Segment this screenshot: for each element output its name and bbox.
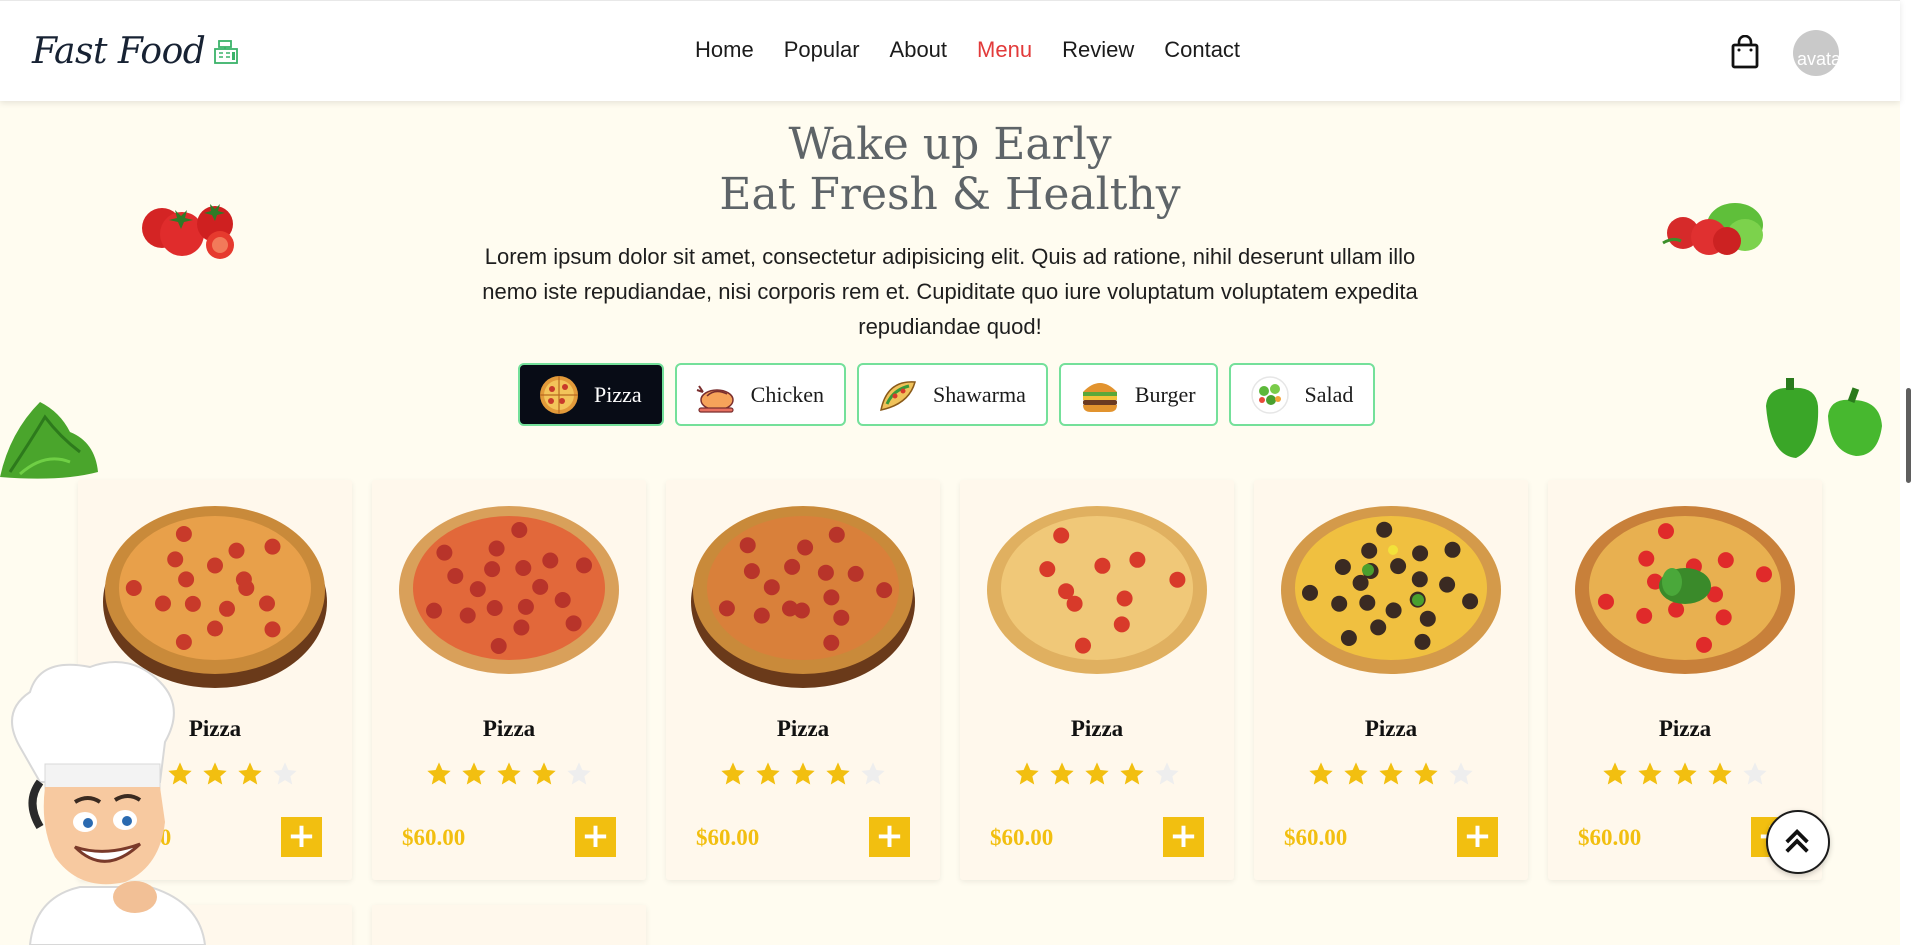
add-to-cart-button[interactable]: +	[869, 817, 910, 857]
shopping-bag-icon[interactable]	[1730, 35, 1760, 69]
chef-mascot-image	[11, 661, 207, 945]
back-to-top-button[interactable]	[1766, 810, 1830, 874]
star-icon	[1638, 762, 1662, 785]
pizza-image	[987, 506, 1207, 674]
taco-icon	[880, 380, 916, 411]
star-icon	[238, 762, 262, 785]
tab-label: Chicken	[750, 381, 824, 407]
title-line-1: Wake up Early	[788, 119, 1112, 170]
product-card: Pizza $60.00 +	[666, 480, 940, 880]
product-name: Pizza	[1658, 716, 1712, 741]
rating-stars	[1254, 760, 1528, 788]
nav-contact[interactable]: Contact	[1164, 37, 1240, 63]
tab-label: Shawarma	[932, 381, 1026, 407]
star-icon	[1708, 762, 1732, 785]
tab-salad[interactable]: Salad	[1228, 363, 1376, 426]
product-card-partial	[372, 905, 646, 945]
rating-stars	[372, 760, 646, 788]
nav-home[interactable]: Home	[695, 37, 754, 63]
section-title: Wake up Early Eat Fresh & Healthy	[0, 120, 1900, 220]
star-icon	[721, 762, 745, 785]
pizza-icon	[540, 375, 578, 414]
star-icon	[1414, 762, 1438, 785]
star-icon	[826, 762, 850, 785]
rating-stars	[960, 760, 1234, 788]
star-icon	[273, 762, 297, 785]
avatar[interactable]: avatar	[1793, 30, 1839, 76]
add-to-cart-button[interactable]: +	[1457, 817, 1498, 857]
chicken-icon	[696, 384, 734, 413]
product-card: Pizza $60.00 +	[372, 480, 646, 880]
product-price: $60.00	[1284, 825, 1348, 850]
product-name: Pizza	[482, 716, 536, 741]
scrollbar-thumb[interactable]	[1906, 388, 1911, 483]
product-price: $60.00	[1578, 825, 1642, 850]
product-name: Pizza	[1364, 716, 1418, 741]
star-icon	[1309, 762, 1333, 785]
tab-label: Pizza	[594, 381, 642, 407]
star-icon	[1344, 762, 1368, 785]
main-nav: Home Popular About Menu Review Contact	[695, 37, 1240, 63]
product-name: Pizza	[1070, 716, 1124, 741]
star-icon	[1673, 762, 1697, 785]
pizza-image	[399, 506, 619, 674]
section-description: Lorem ipsum dolor sit amet, consectetur …	[482, 244, 1418, 339]
star-icon	[791, 762, 815, 785]
star-icon	[1155, 762, 1179, 785]
rating-stars	[1548, 760, 1822, 788]
product-card: Pizza $60.00 +	[960, 480, 1234, 880]
star-icon	[532, 762, 556, 785]
cash-register-icon	[214, 39, 239, 64]
star-icon	[567, 762, 591, 785]
title-line-2: Eat Fresh & Healthy	[719, 169, 1181, 220]
star-icon	[1379, 762, 1403, 785]
salad-icon	[1250, 375, 1289, 414]
page-scrollbar[interactable]	[1900, 0, 1917, 945]
tab-chicken[interactable]: Chicken	[674, 363, 846, 426]
nav-menu[interactable]: Menu	[977, 37, 1032, 63]
tab-pizza[interactable]: Pizza	[518, 363, 664, 426]
logo-text: Fast Food	[32, 31, 206, 72]
lettuce-image	[0, 402, 98, 479]
double-chevron-up-icon	[1785, 829, 1809, 853]
star-icon	[1050, 762, 1074, 785]
tab-burger[interactable]: Burger	[1058, 363, 1218, 426]
add-to-cart-button[interactable]: +	[281, 817, 322, 857]
star-icon	[1085, 762, 1109, 785]
product-name: Pizza	[776, 716, 830, 741]
pizza-image	[1281, 506, 1501, 674]
star-icon	[1603, 762, 1627, 785]
site-header: Fast Food Home Popular About Menu Review…	[0, 0, 1900, 101]
tab-shawarma[interactable]: Shawarma	[856, 363, 1048, 426]
product-price: $60.00	[402, 825, 466, 850]
product-price: $60.00	[696, 825, 760, 850]
avatar-alt-text: avatar	[1797, 49, 1839, 69]
tab-label: Salad	[1304, 381, 1354, 407]
star-icon	[1120, 762, 1144, 785]
nav-about[interactable]: About	[890, 37, 948, 63]
star-icon	[1015, 762, 1039, 785]
product-card: Pizza $60.00 +	[1254, 480, 1528, 880]
product-price: $60.00	[990, 825, 1054, 850]
rating-stars	[666, 760, 940, 788]
category-tabs: Pizza Chicken Shawarma Burger Salad	[518, 363, 1376, 426]
star-icon	[427, 762, 451, 785]
burger-icon	[1082, 382, 1117, 412]
star-icon	[1743, 762, 1767, 785]
tab-label: Burger	[1134, 381, 1196, 407]
star-icon	[462, 762, 486, 785]
add-to-cart-button[interactable]: +	[575, 817, 616, 857]
nav-review[interactable]: Review	[1062, 37, 1134, 63]
pizza-image	[691, 506, 915, 688]
star-icon	[861, 762, 885, 785]
green-peppers-image	[1766, 378, 1882, 458]
star-icon	[1449, 762, 1473, 785]
pizza-image	[1575, 506, 1795, 674]
logo[interactable]: Fast Food	[32, 31, 241, 72]
add-to-cart-button[interactable]: +	[1163, 817, 1204, 857]
star-icon	[756, 762, 780, 785]
nav-popular[interactable]: Popular	[784, 37, 860, 63]
star-icon	[497, 762, 521, 785]
